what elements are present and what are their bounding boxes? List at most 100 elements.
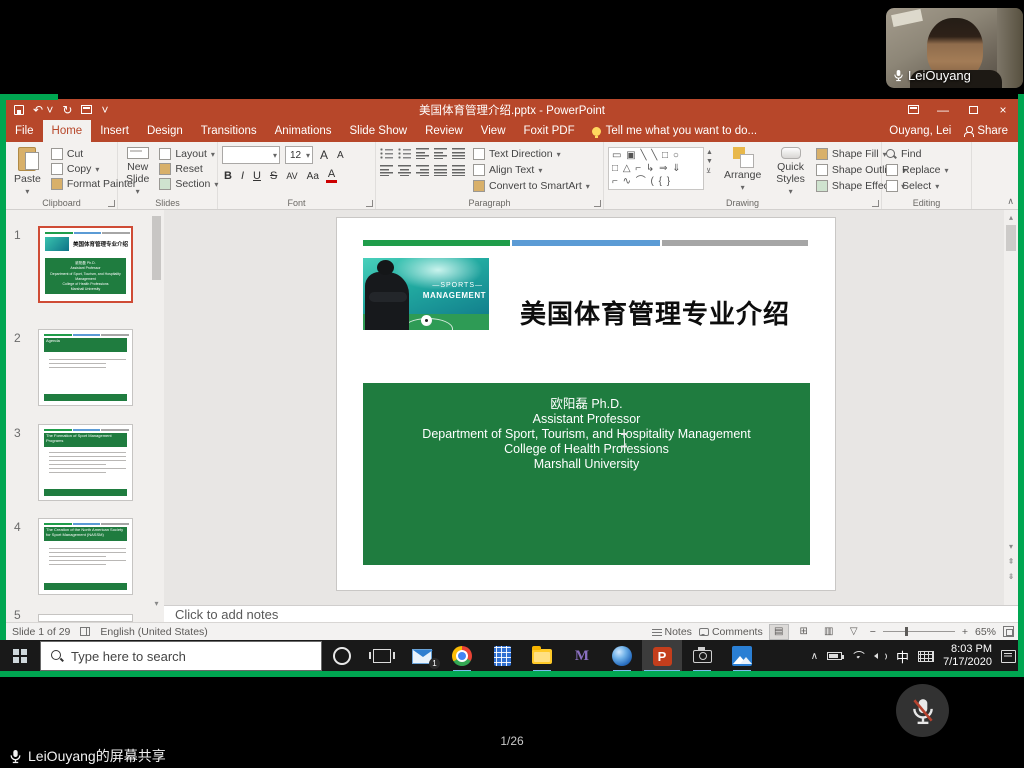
taskbar-search-box[interactable]: Type here to search bbox=[40, 641, 322, 671]
thumbnail-scroll-down-arrow[interactable]: ▾ bbox=[151, 599, 162, 608]
minimize-button[interactable]: — bbox=[928, 99, 958, 120]
photos-app-button[interactable] bbox=[722, 640, 762, 672]
reading-view-button[interactable]: ▥ bbox=[820, 625, 838, 639]
tab-foxit-pdf[interactable]: Foxit PDF bbox=[515, 120, 584, 142]
canvas-scrollbar[interactable]: ▴ ▾ ⇞ ⇟ bbox=[1004, 210, 1018, 605]
select-button[interactable]: Select▾ bbox=[886, 180, 967, 192]
slide-thumbnail-2[interactable]: Agenda bbox=[38, 329, 133, 406]
sports-management-image[interactable]: —SPORTS— MANAGEMENT bbox=[363, 258, 489, 330]
shapes-row-3[interactable]: ⌐ ∿ ⌒ ( { } bbox=[612, 175, 700, 188]
new-slide-button[interactable]: New Slide ▾ bbox=[122, 146, 153, 197]
columns-icon[interactable] bbox=[452, 165, 465, 176]
file-explorer-button[interactable] bbox=[522, 640, 562, 672]
underline-button[interactable]: U bbox=[251, 170, 263, 182]
canvas-scroll-thumb[interactable] bbox=[1006, 225, 1016, 251]
account-name[interactable]: Ouyang, Lei bbox=[889, 125, 951, 137]
tab-design[interactable]: Design bbox=[138, 120, 192, 142]
strikethrough-button[interactable]: S bbox=[268, 170, 279, 182]
next-slide-button[interactable]: ⇟ bbox=[1004, 572, 1018, 581]
powerpoint-taskbar-button[interactable]: P bbox=[642, 640, 682, 672]
save-icon[interactable] bbox=[14, 105, 24, 115]
slide-thumbnail-1[interactable]: 美国体育管理专业介绍 欧阳磊 Ph.D.Assistant Professor … bbox=[38, 226, 133, 303]
shapes-gallery[interactable]: ▭ ▣ ╲ ╲ □ ○ □ △ ⌐ ↳ ⇒ ⇓ ⌐ ∿ ⌒ ( { } ▲▼⊻ bbox=[608, 146, 713, 197]
previous-slide-button[interactable]: ⇞ bbox=[1004, 557, 1018, 566]
zoom-in-button[interactable]: + bbox=[962, 626, 968, 638]
grow-font-button[interactable]: A bbox=[318, 148, 330, 162]
tab-animations[interactable]: Animations bbox=[266, 120, 341, 142]
text-direction-button[interactable]: Text Direction▾ bbox=[473, 148, 590, 160]
shapes-row-2[interactable]: □ △ ⌐ ↳ ⇒ ⇓ bbox=[612, 162, 700, 175]
slideshow-view-button[interactable]: ▽ bbox=[845, 625, 863, 639]
notes-toggle[interactable]: Notes bbox=[652, 626, 692, 638]
increase-indent-icon[interactable] bbox=[434, 148, 447, 159]
mail-app-button[interactable]: 1 bbox=[402, 640, 442, 672]
wifi-icon[interactable] bbox=[851, 651, 865, 661]
decrease-indent-icon[interactable] bbox=[416, 148, 429, 159]
start-button[interactable] bbox=[0, 640, 40, 672]
bold-button[interactable]: B bbox=[222, 170, 234, 182]
tab-view[interactable]: View bbox=[472, 120, 515, 142]
tab-insert[interactable]: Insert bbox=[91, 120, 138, 142]
webcam-tile[interactable]: LeiOuyang bbox=[886, 8, 1023, 88]
italic-button[interactable]: I bbox=[239, 170, 246, 182]
restore-button[interactable] bbox=[958, 99, 988, 120]
find-button[interactable]: Find bbox=[886, 148, 967, 160]
ribbon-display-options-button[interactable] bbox=[898, 99, 928, 120]
zoom-slider[interactable] bbox=[883, 631, 955, 632]
camera-app-button[interactable] bbox=[682, 640, 722, 672]
tab-home[interactable]: Home bbox=[43, 120, 92, 142]
zoom-percentage[interactable]: 65% bbox=[975, 626, 996, 638]
align-right-icon[interactable] bbox=[416, 165, 429, 176]
comments-toggle[interactable]: Comments bbox=[699, 626, 763, 638]
ime-indicator[interactable]: 中 bbox=[896, 647, 909, 666]
spellcheck-icon[interactable] bbox=[80, 627, 90, 636]
font-size-box[interactable]: 12▾ bbox=[285, 146, 313, 164]
clipboard-dialog-launcher[interactable] bbox=[108, 200, 115, 207]
drawing-dialog-launcher[interactable] bbox=[872, 200, 879, 207]
share-button[interactable]: Share bbox=[963, 125, 1008, 137]
scroll-up-arrow[interactable]: ▴ bbox=[1004, 213, 1018, 222]
undo-icon[interactable]: ↶ ˅ bbox=[33, 104, 53, 116]
globe-app-button[interactable] bbox=[602, 640, 642, 672]
bullets-icon[interactable] bbox=[380, 148, 393, 159]
font-dialog-launcher[interactable] bbox=[366, 200, 373, 207]
normal-view-button[interactable]: ▤ bbox=[770, 625, 788, 639]
shrink-font-button[interactable]: A bbox=[335, 150, 346, 161]
touch-keyboard-icon[interactable] bbox=[918, 651, 934, 662]
shapes-row-1[interactable]: ▭ ▣ ╲ ╲ □ ○ bbox=[612, 149, 700, 162]
paste-button[interactable]: Paste ▾ bbox=[10, 146, 45, 197]
scroll-down-arrow[interactable]: ▾ bbox=[1004, 542, 1018, 551]
cortana-button[interactable] bbox=[322, 640, 362, 672]
shapes-gallery-scroll[interactable]: ▲▼⊻ bbox=[706, 147, 713, 175]
tell-me-box[interactable]: Tell me what you want to do... bbox=[584, 120, 766, 142]
volume-icon[interactable] bbox=[874, 651, 887, 662]
reset-button[interactable]: Reset bbox=[159, 163, 218, 175]
replace-button[interactable]: Replace▾ bbox=[886, 164, 967, 176]
collapse-ribbon-chevron[interactable]: ∧ bbox=[1007, 196, 1014, 207]
task-view-button[interactable] bbox=[362, 640, 402, 672]
slide-thumbnail-4[interactable]: The Creation of the North American Socie… bbox=[38, 518, 133, 595]
calculator-app-button[interactable] bbox=[482, 640, 522, 672]
paste-dropdown[interactable]: ▾ bbox=[25, 187, 29, 196]
line-spacing-icon[interactable] bbox=[452, 148, 465, 159]
layout-button[interactable]: Layout▾ bbox=[159, 148, 218, 160]
language-indicator[interactable]: English (United States) bbox=[100, 626, 207, 638]
justify-icon[interactable] bbox=[434, 165, 447, 176]
arrange-button[interactable]: Arrange▾ bbox=[720, 146, 765, 197]
credits-text-box[interactable]: 欧阳磊 Ph.D. Assistant Professor Department… bbox=[363, 383, 810, 565]
current-slide[interactable]: —SPORTS— MANAGEMENT 美国体育管理专业介绍 欧阳磊 Ph.D.… bbox=[337, 218, 835, 590]
convert-smartart-button[interactable]: Convert to SmartArt▾ bbox=[473, 180, 590, 192]
tab-review[interactable]: Review bbox=[416, 120, 472, 142]
slide-title[interactable]: 美国体育管理专业介绍 bbox=[497, 294, 813, 331]
chrome-app-button[interactable] bbox=[442, 640, 482, 672]
zoom-out-button[interactable]: − bbox=[870, 626, 876, 638]
battery-icon[interactable] bbox=[827, 652, 842, 660]
font-name-box[interactable]: ▾ bbox=[222, 146, 280, 164]
taskbar-clock[interactable]: 8:03 PM 7/17/2020 bbox=[943, 643, 992, 669]
change-case-button[interactable]: Aa bbox=[305, 171, 321, 182]
tab-transitions[interactable]: Transitions bbox=[192, 120, 266, 142]
zoom-slider-thumb[interactable] bbox=[905, 627, 908, 636]
slide-thumbnail-5[interactable] bbox=[38, 614, 133, 622]
numbering-icon[interactable] bbox=[398, 148, 411, 159]
font-color-button[interactable]: A bbox=[326, 169, 337, 183]
